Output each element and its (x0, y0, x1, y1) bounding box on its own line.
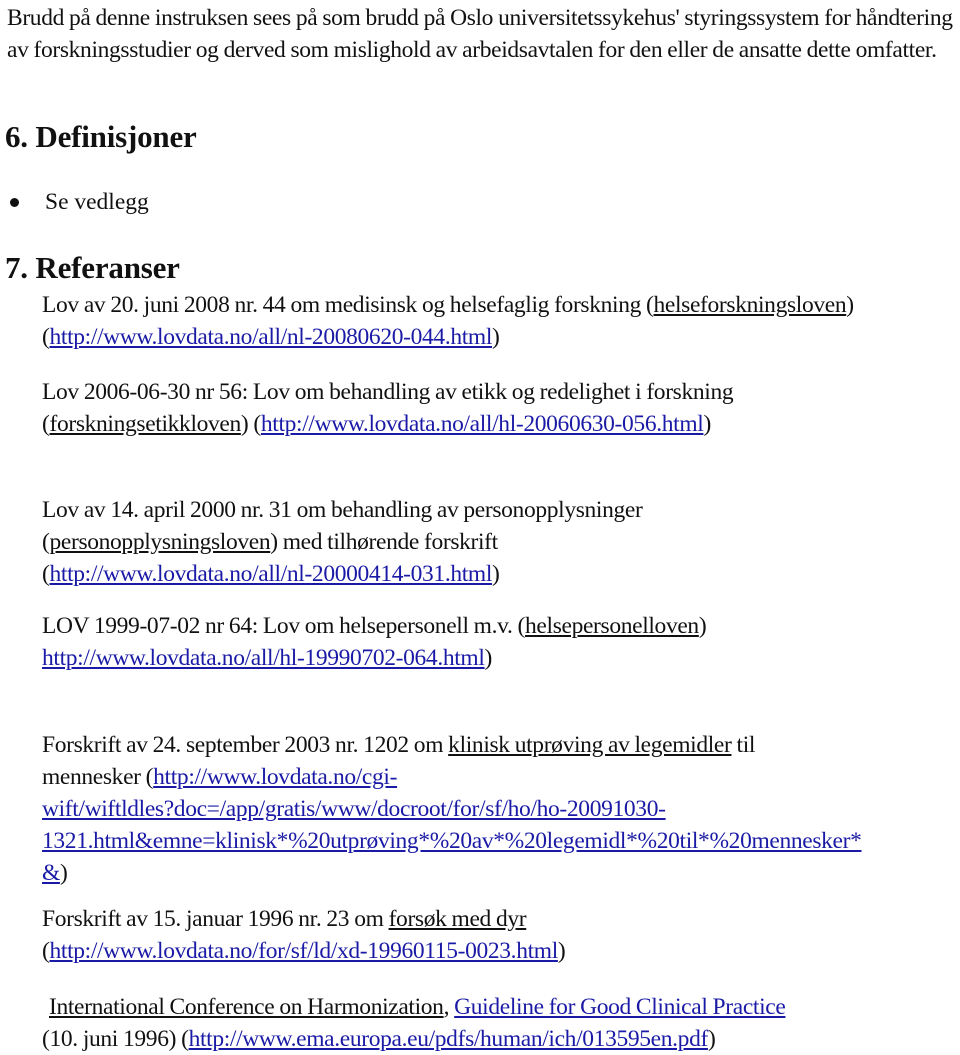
reference-forskningsetikkloven: Lov 2006-06-30 nr 56: Lov om behandling … (42, 376, 842, 440)
reference-text: Forskrift av 24. september 2003 nr. 1202… (42, 732, 449, 758)
reference-text: Forskrift av 15. januar 1996 nr. 23 om (42, 906, 389, 932)
law-short-name: forsøk med dyr (388, 906, 527, 932)
reference-klinisk-utproving: Forskrift av 24. september 2003 nr. 1202… (42, 729, 960, 889)
bullet-icon (10, 197, 19, 207)
ich-conference-name: International Conference on Harmonizatio… (49, 994, 444, 1020)
reference-text: ) (703, 411, 711, 437)
reference-text: ) (492, 324, 500, 350)
bullet-list-item: Se vedlegg (7, 187, 149, 217)
lovdata-link[interactable]: http://www.lovdata.no/all/hl-19990702-06… (42, 645, 485, 671)
lovdata-link-line-2[interactable]: wift/wiftldles?doc=/app/gratis/www/docro… (42, 796, 666, 822)
reference-forsok-med-dyr: Forskrift av 15. januar 1996 nr. 23 om f… (42, 903, 960, 967)
lovdata-link-line-3[interactable]: 1321.html&emne=klinisk*%20utprøving*%20a… (42, 828, 862, 854)
lovdata-link-line-4[interactable]: & (42, 860, 60, 886)
reference-text: ) (557, 938, 566, 964)
reference-text: ) ( (240, 411, 261, 437)
gcp-guideline-link[interactable]: Guideline for Good Clinical Practice (454, 994, 786, 1020)
section-heading-definisjoner: 6. Definisjoner (5, 119, 197, 154)
law-short-name: klinisk utprøving av legemidler (448, 732, 732, 758)
reference-text: ) (484, 645, 493, 671)
lovdata-link[interactable]: http://www.lovdata.no/all/nl-20080620-04… (49, 324, 492, 350)
law-short-name: forskningsetikkloven (49, 411, 241, 437)
reference-text: ) (707, 1026, 716, 1052)
reference-personopplysningsloven: Lov av 14. april 2000 nr. 31 om behandli… (42, 494, 742, 590)
intro-paragraph: Brudd på denne instruksen sees på som br… (7, 5, 953, 63)
reference-text: (10. juni 1996) ( (42, 1026, 189, 1052)
lovdata-link[interactable]: http://www.lovdata.no/all/hl-20060630-05… (261, 411, 704, 437)
reference-text: ) (698, 613, 707, 639)
reference-text: LOV 1999-07-02 nr 64: Lov om helseperson… (42, 613, 526, 639)
law-short-name: helsepersonelloven (525, 613, 699, 639)
reference-text: til (736, 732, 756, 758)
bullet-text: Se vedlegg (45, 189, 149, 215)
reference-text: ) (59, 860, 68, 886)
law-short-name: personopplysningsloven (49, 529, 271, 555)
section-heading-referanser: 7. Referanser (5, 250, 180, 285)
lovdata-link[interactable]: http://www.lovdata.no/all/nl-20000414-03… (49, 561, 492, 587)
lovdata-link-line-1[interactable]: http://www.lovdata.no/cgi- (153, 764, 397, 790)
reference-text: ) (492, 561, 500, 587)
reference-ich-gcp: International Conference on Harmonizatio… (42, 991, 960, 1055)
law-short-name: helseforskningsloven (653, 292, 847, 318)
reference-helsepersonelloven: LOV 1999-07-02 nr 64: Lov om helseperson… (42, 610, 822, 674)
reference-text: , (443, 994, 455, 1020)
ema-pdf-link[interactable]: http://www.ema.europa.eu/pdfs/human/ich/… (189, 1026, 709, 1052)
reference-text: Lov av 20. juni 2008 nr. 44 om medisinsk… (42, 292, 654, 318)
reference-helseforskningsloven: Lov av 20. juni 2008 nr. 44 om medisinsk… (42, 289, 960, 353)
lovdata-link[interactable]: http://www.lovdata.no/for/sf/ld/xd-19960… (49, 938, 558, 964)
reference-text: mennesker ( (42, 764, 154, 790)
